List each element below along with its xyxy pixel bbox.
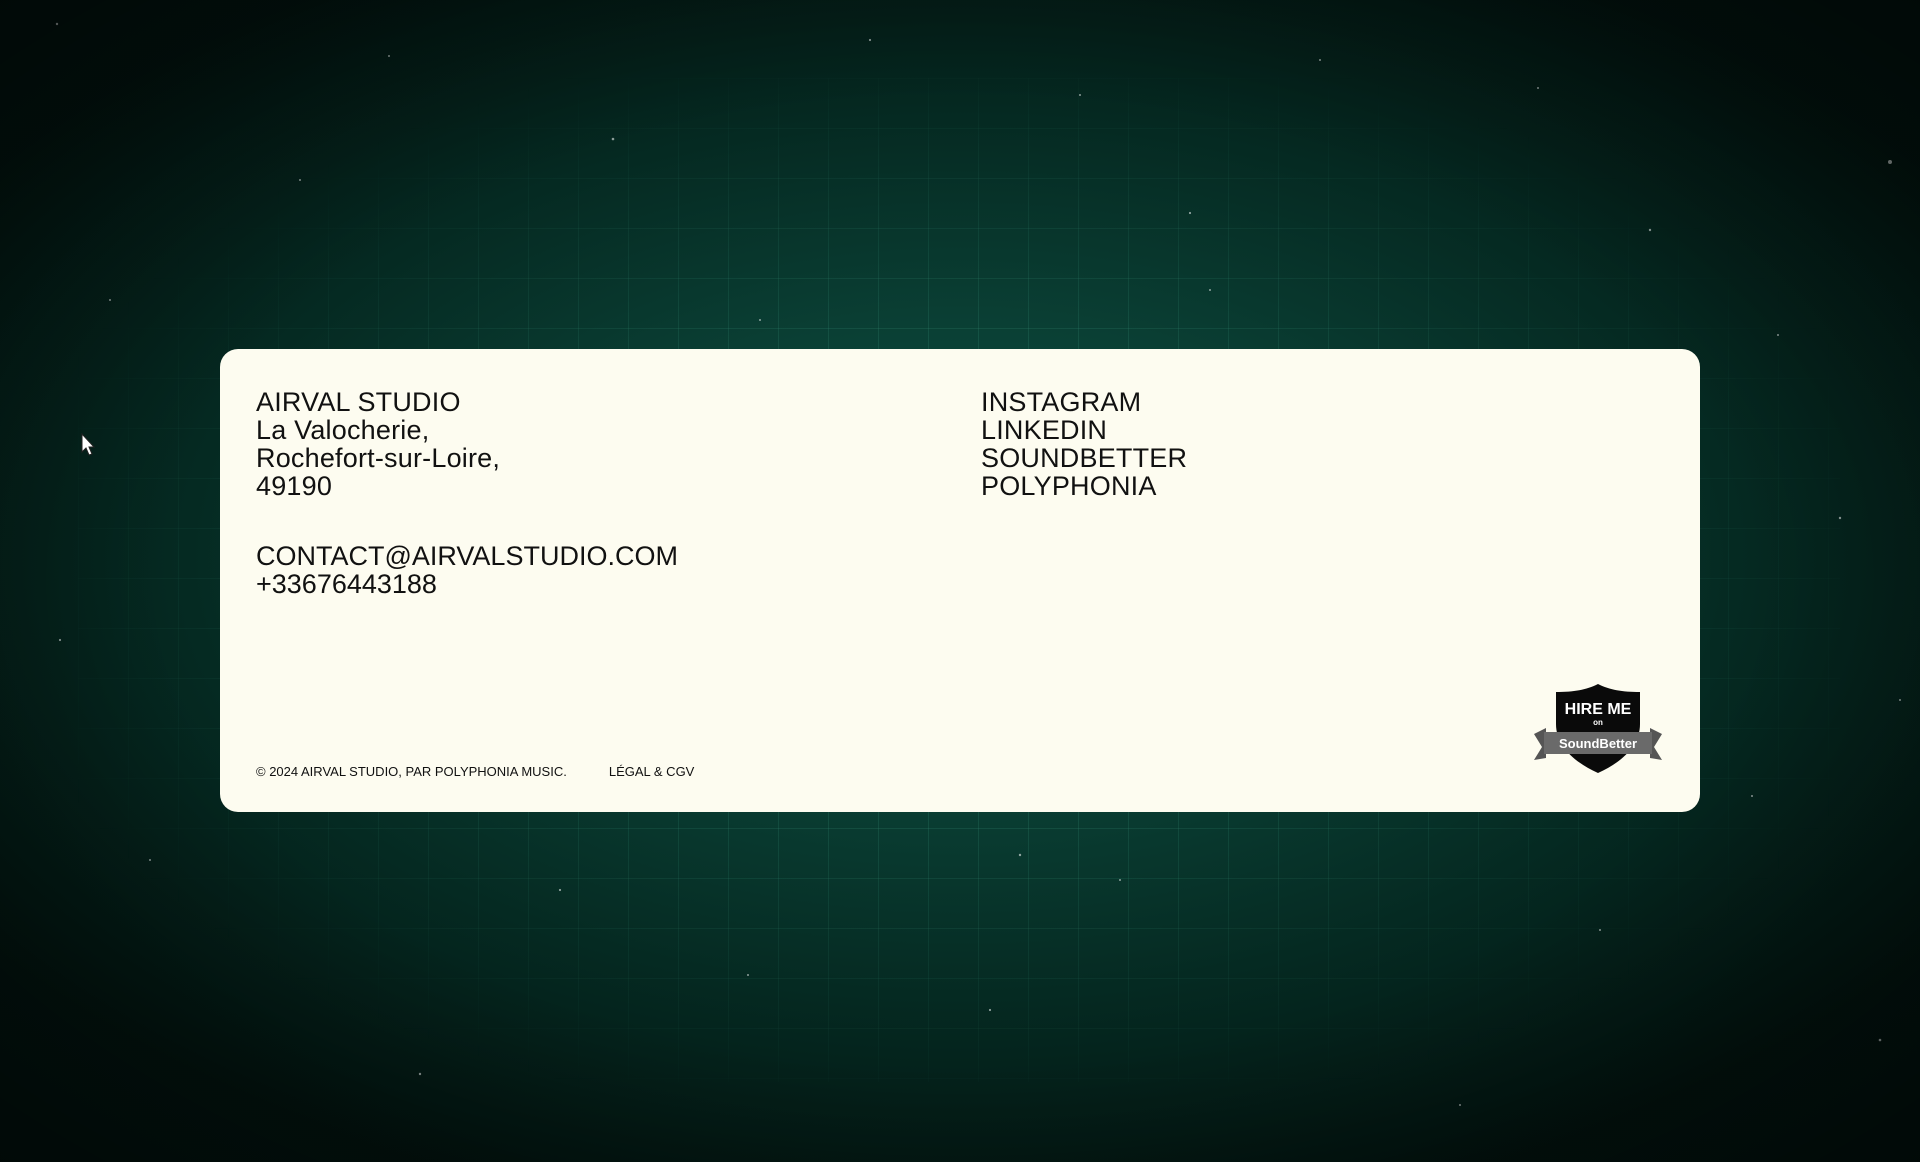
address-line: 49190 xyxy=(256,471,333,501)
email-link[interactable]: CONTACT@AIRVALSTUDIO.COM xyxy=(256,542,678,570)
social-links: INSTAGRAM LINKEDIN SOUNDBETTER POLYPHONI… xyxy=(981,388,1187,500)
footer-card: AIRVAL STUDIO La Valocherie, Rochefort-s… xyxy=(220,349,1700,812)
contact-block: CONTACT@AIRVALSTUDIO.COM +33676443188 xyxy=(256,542,678,598)
badge-on-text: on xyxy=(1593,718,1603,727)
soundbetter-shield-icon[interactable]: HIRE ME on SoundBetter xyxy=(1534,682,1662,774)
phone-link[interactable]: +33676443188 xyxy=(256,570,678,598)
footer-bottom-row: © 2024 AIRVAL STUDIO, PAR POLYPHONIA MUS… xyxy=(256,764,694,780)
badge-hire-text: HIRE ME xyxy=(1565,701,1632,718)
social-link-soundbetter[interactable]: SOUNDBETTER xyxy=(981,444,1187,472)
mouse-cursor-icon xyxy=(81,432,96,456)
social-link-linkedin[interactable]: LINKEDIN xyxy=(981,416,1187,444)
studio-name: AIRVAL STUDIO xyxy=(256,387,461,417)
address-line: Rochefort-sur-Loire, xyxy=(256,443,501,473)
copyright-text: © 2024 AIRVAL STUDIO, PAR POLYPHONIA MUS… xyxy=(256,764,567,779)
address-line: La Valocherie, xyxy=(256,415,430,445)
social-link-polyphonia[interactable]: POLYPHONIA xyxy=(981,472,1187,500)
legal-link[interactable]: LÉGAL & CGV xyxy=(609,764,695,780)
address-block: AIRVAL STUDIO La Valocherie, Rochefort-s… xyxy=(256,388,500,500)
badge-brand-text: SoundBetter xyxy=(1559,736,1637,751)
social-link-instagram[interactable]: INSTAGRAM xyxy=(981,388,1187,416)
